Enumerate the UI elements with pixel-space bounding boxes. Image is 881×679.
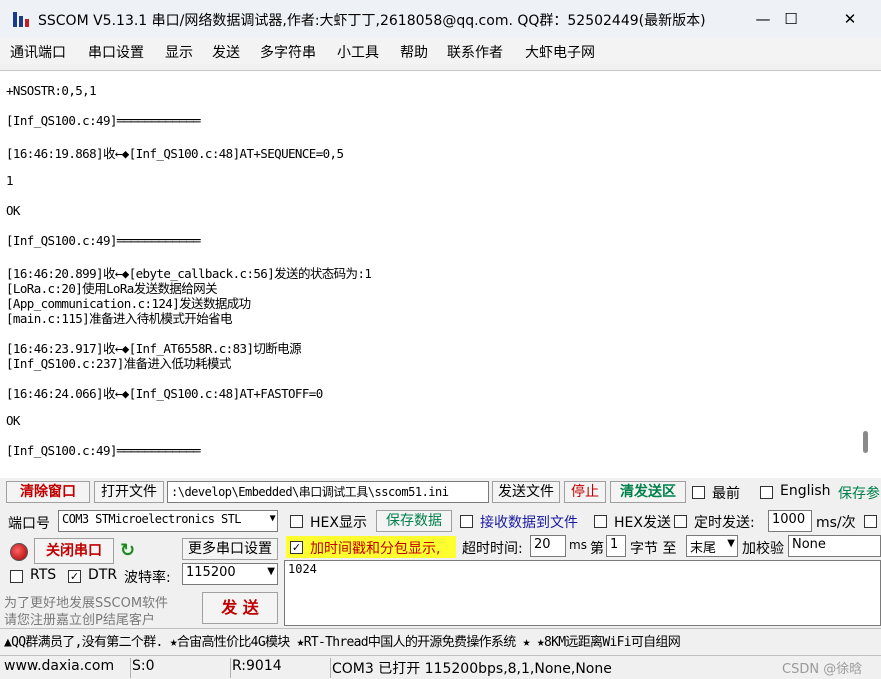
output-line: [main.c:115]准备进入待机模式开始省电: [6, 311, 233, 326]
port-select[interactable]: COM3 STMicroelectronics STL ▼: [58, 510, 278, 532]
output-line: +NSOSTR:0,5,1: [6, 83, 97, 98]
menu-serial-settings[interactable]: 串口设置: [88, 42, 144, 62]
byte-from-input[interactable]: 1: [606, 535, 626, 557]
byte-from-label: 第: [590, 541, 604, 557]
clear-send-area-button[interactable]: 清发送区: [610, 481, 686, 503]
status-site: www.daxia.com: [0, 658, 131, 678]
output-line: [Inf_QS100.c:49]════════════: [6, 443, 201, 458]
timeout-input[interactable]: 20: [530, 535, 566, 557]
menu-bar: 通讯端口 串口设置 显示 发送 多字符串 小工具 帮助 联系作者 大虾电子网: [0, 38, 881, 64]
ticker-bar: ▲QQ群满员了,没有第二个群. ★合宙高性价比4G模块 ★RT-Thread中国…: [0, 628, 881, 652]
extra-checkbox[interactable]: [864, 515, 877, 528]
close-button[interactable]: ✕: [821, 0, 879, 38]
chevron-down-icon: ▼: [269, 513, 276, 524]
output-line: [Inf_QS100.c:49]════════════: [6, 233, 201, 248]
timed-send-checkbox[interactable]: [674, 515, 687, 528]
open-file-button[interactable]: 打开文件: [94, 481, 164, 503]
port-status-indicator-icon: [10, 543, 28, 561]
english-checkbox[interactable]: [760, 486, 773, 499]
timestamp-label: 加时间戳和分包显示,: [310, 541, 441, 557]
window-title: SSCOM V5.13.1 串口/网络数据调试器,作者:大虾丁丁,2618058…: [38, 13, 706, 29]
output-line: [16:46:19.868]收←◆[Inf_QS100.c:48]AT+SEQU…: [6, 146, 344, 161]
menu-multi-string[interactable]: 多字符串: [260, 42, 316, 62]
receive-to-file-checkbox[interactable]: [460, 515, 473, 528]
file-path-field[interactable]: :\develop\Embedded\串口调试工具\sscom51.ini: [167, 481, 489, 503]
receive-to-file-label: 接收数据到文件: [480, 515, 578, 531]
timeout-label: 超时时间:: [462, 541, 523, 557]
watermark: CSDN @徐晗: [782, 662, 863, 677]
english-label: English: [780, 483, 831, 499]
more-serial-settings-button[interactable]: 更多串口设置: [182, 538, 278, 560]
output-line: OK: [6, 203, 20, 218]
byte-to-label: 字节 至: [630, 541, 677, 557]
ticker-text: ▲QQ群满员了,没有第二个群. ★合宙高性价比4G模块 ★RT-Thread中国…: [4, 635, 681, 650]
menu-comm-port[interactable]: 通讯端口: [10, 42, 66, 62]
byte-to-select[interactable]: 末尾 ▼: [686, 535, 738, 557]
always-on-top-label: 最前: [712, 486, 740, 502]
menu-daxia-site[interactable]: 大虾电子网: [525, 42, 595, 62]
interval-unit-label: ms/次: [816, 515, 856, 531]
timed-send-label: 定时发送:: [694, 515, 755, 531]
stop-button[interactable]: 停止: [564, 481, 606, 503]
output-scrollbar-thumb[interactable]: [863, 431, 868, 453]
menu-tools[interactable]: 小工具: [337, 42, 379, 62]
close-port-button[interactable]: 关闭串口: [34, 538, 114, 564]
timeout-unit-label: ms: [569, 538, 587, 552]
refresh-icon[interactable]: ↻: [120, 540, 135, 561]
output-line: [Inf_QS100.c:237]准备进入低功耗模式: [6, 356, 231, 371]
send-file-button[interactable]: 发送文件: [492, 481, 560, 503]
rts-label: RTS: [30, 567, 57, 583]
promo-text-2: 请您注册嘉立创P结尾客户: [4, 613, 155, 628]
chevron-down-icon: ▼: [727, 538, 735, 549]
maximize-button[interactable]: ☐: [762, 0, 820, 38]
dtr-checkbox[interactable]: ✓: [68, 570, 81, 583]
output-line: 1: [6, 173, 14, 188]
always-on-top-checkbox[interactable]: [692, 486, 705, 499]
baud-rate-value: 115200: [186, 565, 236, 580]
dtr-label: DTR: [88, 567, 118, 583]
title-bar: SSCOM V5.13.1 串口/网络数据调试器,作者:大虾丁丁,2618058…: [0, 0, 881, 38]
app-icon: [13, 12, 29, 27]
save-params-button[interactable]: 保存参: [838, 483, 880, 503]
send-button[interactable]: 发 送: [202, 592, 278, 624]
baud-rate-label: 波特率:: [124, 570, 171, 586]
chevron-down-icon: ▼: [267, 566, 275, 577]
hex-display-checkbox[interactable]: [290, 515, 303, 528]
status-bar: www.daxia.com S:0 R:9014 COM3 已打开 115200…: [0, 655, 881, 679]
send-text-area[interactable]: 1024: [284, 560, 881, 626]
send-interval-input[interactable]: 1000: [768, 510, 812, 532]
checksum-select[interactable]: None: [788, 535, 881, 557]
port-select-value: COM3 STMicroelectronics STL: [62, 512, 241, 526]
menu-display[interactable]: 显示: [165, 42, 193, 62]
save-data-button[interactable]: 保存数据: [376, 510, 452, 532]
checksum-label: 加校验: [742, 541, 784, 557]
status-port-info: COM3 已打开 115200bps,8,1,None,None: [332, 661, 612, 677]
timestamp-checkbox[interactable]: ✓: [290, 541, 303, 554]
byte-to-value: 末尾: [690, 541, 717, 556]
output-line: OK: [6, 413, 20, 428]
port-label: 端口号: [8, 516, 50, 532]
rts-checkbox[interactable]: [10, 570, 23, 583]
baud-rate-select[interactable]: 115200 ▼: [182, 563, 278, 585]
output-line: [Inf_QS100.c:49]════════════: [6, 113, 201, 128]
clear-window-button[interactable]: 清除窗口: [6, 481, 90, 503]
hex-send-label: HEX发送: [614, 515, 671, 531]
menu-send[interactable]: 发送: [212, 42, 240, 62]
status-sent-count: S:0: [128, 658, 231, 678]
hex-send-checkbox[interactable]: [594, 515, 607, 528]
status-received-count: R:9014: [228, 658, 331, 678]
output-line: [16:46:24.066]收←◆[Inf_QS100.c:48]AT+FAST…: [6, 386, 323, 401]
menu-help[interactable]: 帮助: [400, 42, 428, 62]
receive-output-area[interactable]: +NSOSTR:0,5,1 [Inf_QS100.c:49]══════════…: [0, 70, 881, 478]
menu-contact-author[interactable]: 联系作者: [447, 42, 503, 62]
hex-display-label: HEX显示: [310, 515, 367, 531]
